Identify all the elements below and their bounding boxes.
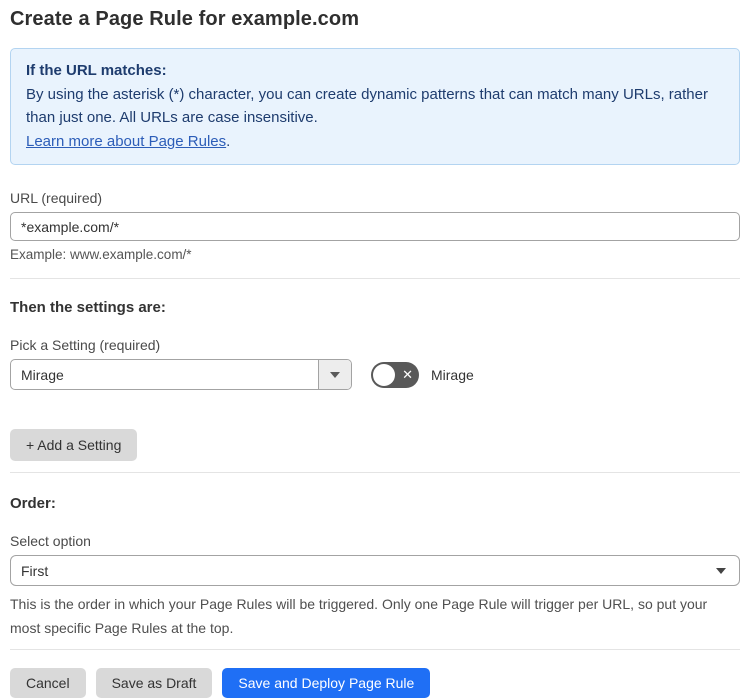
- url-field-helper: Example: www.example.com/*: [10, 247, 192, 262]
- page-rule-form: Create a Page Rule for example.com If th…: [0, 0, 750, 698]
- divider: [10, 278, 740, 279]
- toggle-knob: [373, 363, 395, 386]
- mirage-toggle[interactable]: ✕: [371, 361, 419, 388]
- order-section-heading: Order:: [10, 495, 56, 512]
- order-select-label: Select option: [10, 533, 91, 549]
- toggle-label: Mirage: [431, 366, 474, 383]
- info-box-body: By using the asterisk (*) character, you…: [26, 85, 708, 127]
- setting-select-value: Mirage: [21, 366, 64, 383]
- order-select[interactable]: First: [10, 555, 740, 586]
- footer-actions: Cancel Save as Draft Save and Deploy Pag…: [10, 668, 740, 698]
- divider: [10, 649, 740, 650]
- pick-setting-label: Pick a Setting (required): [10, 337, 161, 353]
- setting-select-arrow-button[interactable]: [318, 360, 351, 389]
- learn-more-link[interactable]: Learn more about Page Rules: [26, 133, 226, 150]
- url-input[interactable]: [10, 212, 740, 241]
- chevron-down-icon: [716, 568, 726, 574]
- link-period: .: [226, 132, 231, 150]
- save-as-draft-button[interactable]: Save as Draft: [95, 668, 213, 698]
- url-match-info-box: If the URL matches: By using the asteris…: [10, 48, 740, 165]
- settings-section-heading: Then the settings are:: [10, 299, 166, 316]
- cancel-button[interactable]: Cancel: [10, 668, 86, 698]
- chevron-down-icon: [330, 371, 340, 378]
- info-box-heading: If the URL matches:: [26, 62, 167, 79]
- save-and-deploy-button[interactable]: Save and Deploy Page Rule: [222, 668, 431, 698]
- order-helper-text: This is the order in which your Page Rul…: [10, 596, 708, 636]
- divider: [10, 472, 740, 473]
- setting-row: Mirage ✕ Mirage: [10, 359, 740, 390]
- info-box-link-line: Learn more about Page Rules.: [26, 130, 724, 154]
- x-mark-icon: ✕: [402, 366, 413, 382]
- url-field-label: URL (required): [10, 190, 103, 206]
- order-select-value: First: [21, 562, 49, 579]
- page-title: Create a Page Rule for example.com: [10, 8, 360, 30]
- add-setting-button[interactable]: + Add a Setting: [10, 429, 138, 461]
- setting-select[interactable]: Mirage: [10, 359, 352, 390]
